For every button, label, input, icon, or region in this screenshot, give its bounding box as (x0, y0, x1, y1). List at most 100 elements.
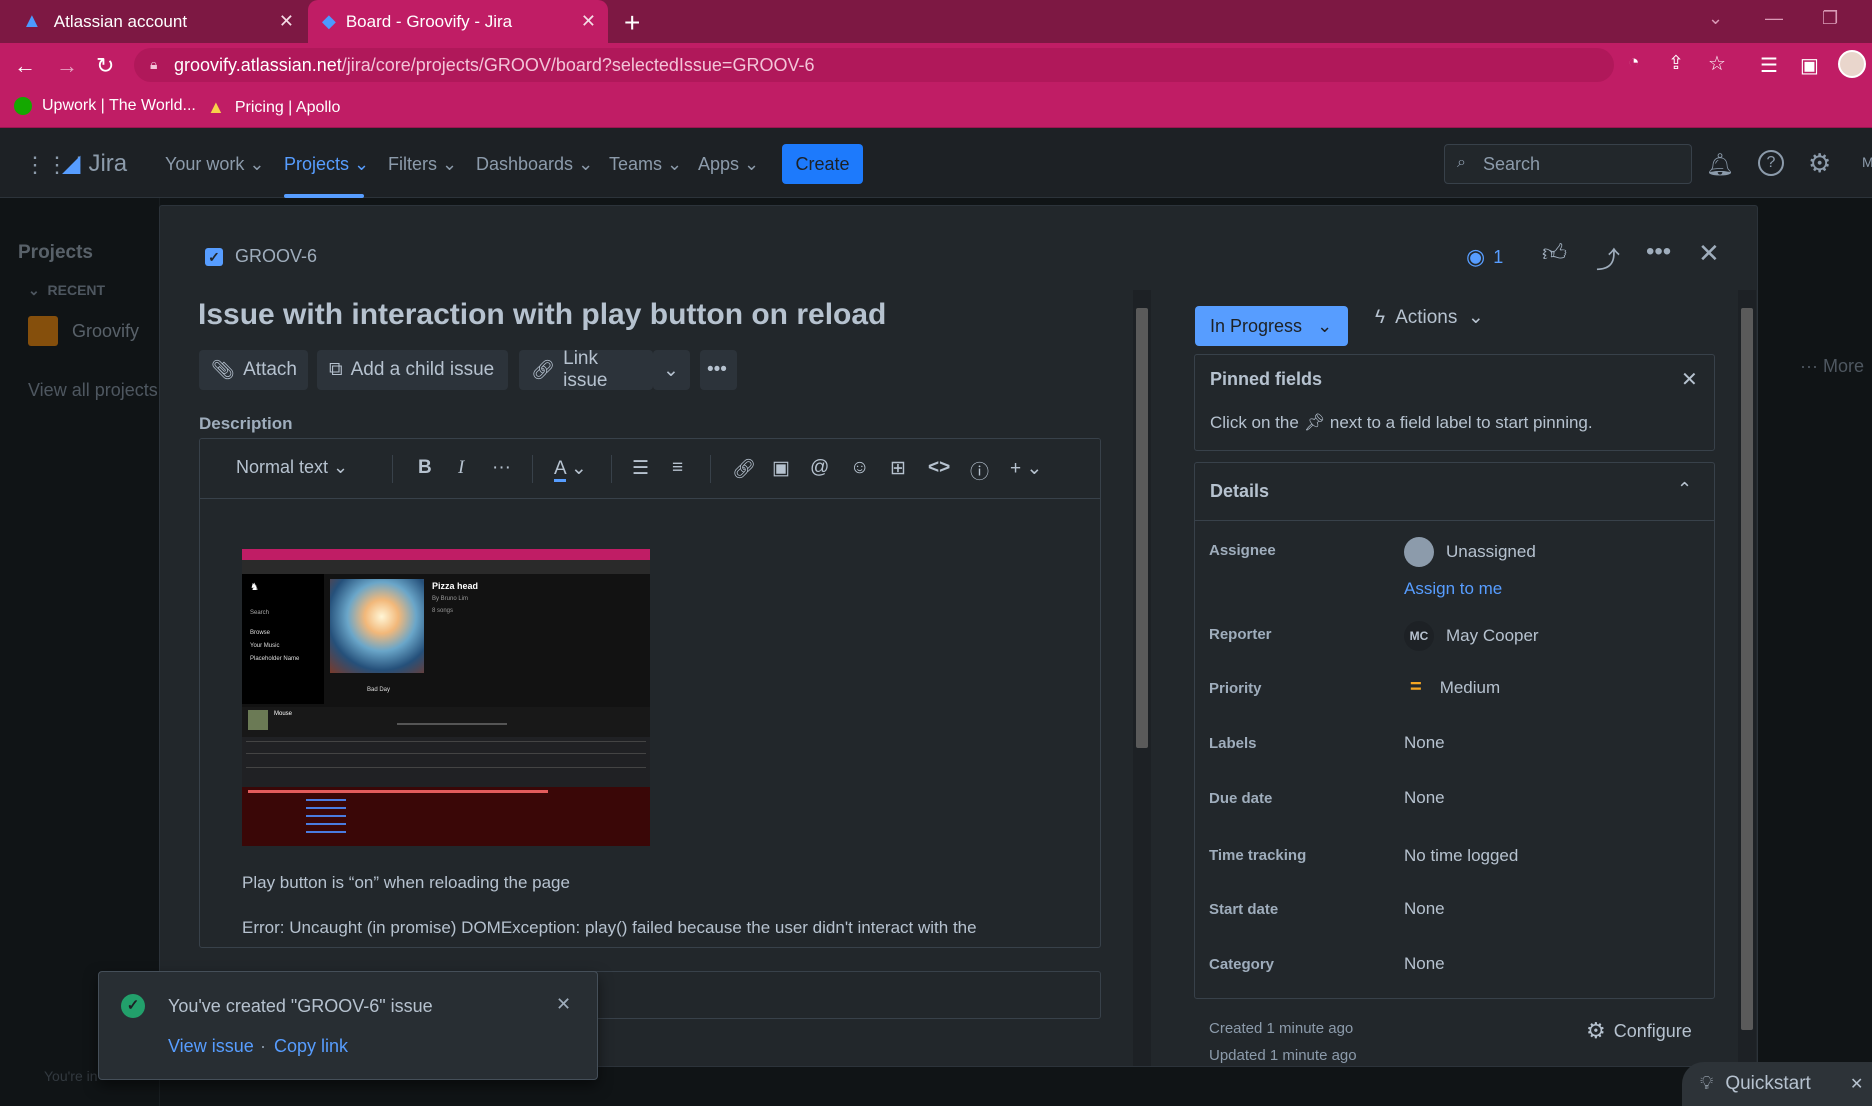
nav-apps[interactable]: Apps ⌄ (698, 154, 759, 175)
shot-nav-item: Placeholder Name (250, 656, 300, 662)
more-formatting-icon[interactable]: ··· (492, 457, 511, 479)
pinned-fields-title: Pinned fields (1210, 369, 1323, 389)
due-date-value[interactable]: None (1404, 788, 1445, 808)
paperclip-icon: 📎︎ (211, 360, 236, 381)
close-quickstart-icon[interactable]: ✕ (1850, 1074, 1863, 1094)
view-issue-link[interactable]: View issue (168, 1036, 254, 1057)
scrollbar-thumb[interactable] (1741, 308, 1753, 1030)
jira-logo[interactable]: ◢ Jira (62, 149, 127, 178)
category-value[interactable]: None (1404, 954, 1445, 974)
actions-dropdown[interactable]: ϟ Actions ⌄ (1375, 306, 1484, 329)
table-icon[interactable]: ⊞ (890, 457, 906, 480)
avatar[interactable]: M (1862, 154, 1872, 170)
install-icon[interactable]: ◔ (1628, 52, 1639, 74)
bookmark-apollo[interactable]: ▲ Pricing | Apollo (207, 97, 340, 118)
jira-icon: ◆ (322, 11, 336, 31)
nav-teams[interactable]: Teams ⌄ (609, 154, 682, 175)
close-toast-icon[interactable]: ✕ (556, 994, 571, 1015)
reading-list-icon[interactable]: ☰ (1760, 53, 1778, 78)
chevron-up-icon[interactable]: ⌃ (1677, 479, 1692, 500)
field-label-category: Category (1209, 956, 1275, 973)
copy-link[interactable]: Copy link (274, 1036, 348, 1057)
italic-icon[interactable]: I (458, 457, 464, 479)
configure-button[interactable]: ⚙ Configure (1586, 1018, 1692, 1044)
settings-gear-icon[interactable]: ⚙ (1808, 148, 1831, 179)
forward-icon[interactable]: → (56, 53, 78, 79)
maximize-icon[interactable]: ❐ (1822, 8, 1838, 29)
scrollbar-thumb[interactable] (1136, 308, 1148, 748)
issue-key-breadcrumb[interactable]: ✓ GROOV-6 (205, 246, 317, 267)
field-label-time-tracking: Time tracking (1209, 847, 1307, 864)
add-child-issue-button[interactable]: ⧉ Add a child issue (317, 350, 508, 390)
right-scrollbar[interactable] (1738, 290, 1756, 1066)
quickstart-button[interactable]: 💡︎ Quickstart ✕ (1682, 1062, 1872, 1106)
assign-to-me-link[interactable]: Assign to me (1404, 579, 1502, 599)
help-icon[interactable]: ? (1758, 150, 1784, 176)
share-icon[interactable]: ⇪ (1668, 52, 1684, 75)
details-header[interactable]: Details ⌃ (1195, 463, 1714, 521)
link-icon[interactable]: 🔗︎ (732, 457, 756, 481)
priority-value[interactable]: = Medium (1404, 676, 1500, 699)
mention-icon[interactable]: @ (810, 457, 829, 479)
time-tracking-value[interactable]: No time logged (1404, 846, 1518, 866)
search-input[interactable]: ⌕ Search (1444, 144, 1692, 184)
attached-screenshot[interactable]: ♞ Search Browse Your Music Placeholder N… (242, 549, 650, 846)
profile-avatar[interactable] (1838, 50, 1866, 78)
image-icon[interactable]: ▣ (772, 457, 790, 480)
start-date-value[interactable]: None (1404, 899, 1445, 919)
url-field[interactable]: 🔒︎ groovify.atlassian.net/jira/core/proj… (134, 48, 1726, 82)
bookmarks-bar: Upwork | The World... ▲ Pricing | Apollo (0, 87, 1872, 128)
reporter-value[interactable]: MC May Cooper (1404, 621, 1539, 651)
link-issue-dropdown[interactable]: ⌄ (653, 350, 690, 390)
tab-atlassian-account[interactable]: ▲ Atlassian account ✕ (0, 0, 306, 43)
emoji-icon[interactable]: ☺ (850, 457, 869, 479)
insert-more-icon[interactable]: + ⌄ (1010, 457, 1042, 480)
nav-your-work[interactable]: Your work ⌄ (165, 154, 264, 175)
text-style-dropdown[interactable]: Normal text ⌄ (236, 457, 348, 478)
tab-jira-board[interactable]: ◆ Board - Groovify - Jira ✕ (308, 0, 608, 43)
bookmark-star-icon[interactable]: ☆ (1708, 51, 1726, 76)
like-icon[interactable]: 👍︎ (1542, 240, 1567, 268)
close-pinned-icon[interactable]: ✕ (1681, 367, 1698, 392)
side-panel-icon[interactable]: ▣ (1800, 53, 1819, 78)
labels-value[interactable]: None (1404, 733, 1445, 753)
code-icon[interactable]: <> (928, 457, 950, 479)
minimize-icon[interactable]: — (1765, 8, 1783, 29)
info-panel-icon[interactable]: ⓘ (970, 457, 989, 484)
issue-title[interactable]: Issue with interaction with play button … (198, 298, 886, 332)
shot-player: Mouse (242, 707, 650, 737)
bullet-list-icon[interactable]: ☰ (632, 457, 649, 480)
nav-projects[interactable]: Projects ⌄ (284, 154, 369, 175)
numbered-list-icon[interactable]: ≡ (672, 457, 683, 479)
left-scrollbar[interactable] (1133, 290, 1151, 1066)
close-tab-icon[interactable]: ✕ (279, 11, 294, 32)
tab-search-icon[interactable]: ⌄ (1708, 8, 1723, 29)
back-icon[interactable]: ← (14, 53, 36, 79)
nav-filters[interactable]: Filters ⌄ (388, 154, 457, 175)
create-button[interactable]: Create (782, 144, 863, 184)
bookmark-upwork[interactable]: Upwork | The World... (14, 97, 196, 115)
notifications-icon[interactable]: 🔔︎ (1706, 152, 1734, 178)
link-issue-button[interactable]: 🔗︎ Link issue (519, 348, 653, 391)
watchers-button[interactable]: ◉ 1 (1466, 244, 1503, 270)
text-color-icon[interactable]: A ⌄ (554, 457, 587, 482)
description-editor[interactable]: Normal text ⌄ B I ··· A ⌄ ☰ ≡ 🔗︎ ▣ @ ☺ ⊞… (199, 438, 1101, 948)
ellipsis-icon: ••• (707, 359, 727, 380)
reload-icon[interactable]: ↻ (96, 53, 114, 79)
bookmark-label: Upwork | The World... (42, 97, 196, 114)
close-icon[interactable]: ✕ (1698, 238, 1720, 269)
share-icon[interactable]: ⤴ (1596, 240, 1620, 275)
issue-modal: ✓ GROOV-6 ◉ 1 👍︎ ⤴ ••• ✕ Issue with inte… (159, 205, 1758, 1067)
new-tab-button[interactable]: + (624, 7, 640, 39)
more-actions-icon[interactable]: ••• (1646, 238, 1671, 266)
more-options-button[interactable]: ••• (700, 350, 737, 390)
assignee-value[interactable]: Unassigned (1404, 537, 1536, 567)
toast-message: You've created "GROOV-6" issue (168, 996, 433, 1016)
bold-icon[interactable]: B (418, 457, 432, 479)
shot-player-title: Mouse (274, 711, 293, 717)
nav-dashboards[interactable]: Dashboards ⌄ (476, 154, 593, 175)
close-tab-icon[interactable]: ✕ (581, 11, 596, 32)
attach-button[interactable]: 📎︎ Attach (199, 350, 308, 390)
lightning-icon: ϟ (1375, 306, 1386, 328)
status-dropdown[interactable]: In Progress ⌄ (1195, 306, 1348, 346)
